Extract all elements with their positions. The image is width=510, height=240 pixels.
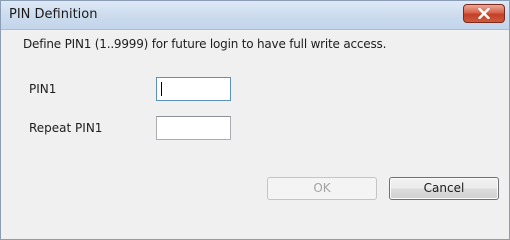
close-button[interactable] — [463, 4, 505, 23]
window-title: PIN Definition — [9, 7, 98, 22]
repeat-pin1-label: Repeat PIN1 — [29, 121, 103, 135]
text-caret — [161, 82, 162, 96]
instruction-text: Define PIN1 (1..9999) for future login t… — [23, 37, 387, 51]
cancel-button[interactable]: Cancel — [389, 177, 499, 200]
close-x-icon — [478, 8, 490, 19]
ok-button[interactable]: OK — [267, 177, 377, 200]
pin1-label: PIN1 — [29, 82, 57, 96]
title-bar[interactable]: PIN Definition — [1, 1, 509, 30]
pin-definition-dialog: PIN Definition Define PIN1 (1..9999) for… — [0, 0, 510, 240]
pin1-input[interactable] — [156, 77, 231, 101]
repeat-pin1-input[interactable] — [156, 116, 231, 140]
